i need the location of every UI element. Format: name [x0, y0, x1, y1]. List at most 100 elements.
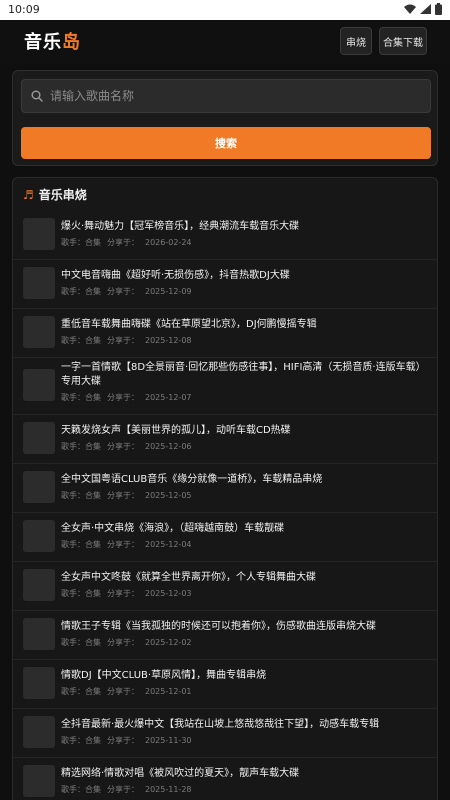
- search-input[interactable]: [50, 80, 420, 112]
- share-label: 分享于：: [107, 540, 139, 549]
- list-item[interactable]: 重低音车载舞曲嗨碟《站在草原望北京》，DJ何鹏慢摇专辑 歌手：合集 分享于： 202…: [13, 308, 437, 358]
- singer-label: 歌手：合集: [61, 638, 101, 647]
- list-item[interactable]: 爆火·舞动魅力【冠军榜音乐】，经典潮流车载音乐大碟 歌手：合集 分享于： 2026-…: [13, 210, 437, 260]
- status-icons: [404, 3, 442, 15]
- song-thumbnail: [23, 316, 55, 348]
- share-date: 2025-12-01: [145, 687, 192, 696]
- section-header: ♬ 音乐串烧: [23, 186, 87, 203]
- share-label: 分享于：: [107, 638, 139, 647]
- share-date: 2025-12-07: [145, 393, 192, 402]
- song-title: 全女声·中文串烧《海浪》，（超嗨越南鼓）车载靓碟: [61, 523, 285, 534]
- song-title: 全中文国粤语CLUB音乐《缘分就像一道桥》，车载精品串烧: [61, 474, 323, 485]
- song-thumbnail: [23, 520, 55, 552]
- singer-label: 歌手：合集: [61, 491, 101, 500]
- collection-download-button[interactable]: 合集下载: [379, 27, 427, 55]
- list-item[interactable]: 全女声中文咚鼓《就算全世界离开你》，个人专辑舞曲大碟 歌手：合集 分享于： 2025…: [13, 561, 437, 611]
- share-label: 分享于：: [107, 491, 139, 500]
- song-meta: 歌手：合集 分享于： 2025-12-03: [61, 588, 198, 599]
- share-label: 分享于：: [107, 287, 139, 296]
- song-meta: 歌手：合集 分享于： 2026-02-24: [61, 237, 198, 248]
- song-thumbnail: [23, 267, 55, 299]
- share-label: 分享于：: [107, 736, 139, 745]
- share-date: 2025-12-06: [145, 442, 192, 451]
- song-meta: 歌手：合集 分享于： 2025-12-07: [61, 392, 198, 403]
- song-title: 全抖音最新·最火爆中文【我站在山坡上悠哉悠哉往下望】，动感车载专辑: [61, 719, 380, 730]
- song-thumbnail: [23, 471, 55, 503]
- song-meta: 歌手：合集 分享于： 2025-12-02: [61, 637, 198, 648]
- song-meta: 歌手：合集 分享于： 2025-12-08: [61, 335, 198, 346]
- list-item[interactable]: 情歌王子专辑《当我孤独的时候还可以抱着你》，伤感歌曲连版串烧大碟 歌手：合集 分享…: [13, 610, 437, 660]
- singer-label: 歌手：合集: [61, 287, 101, 296]
- song-meta: 歌手：合集 分享于： 2025-12-09: [61, 286, 198, 297]
- app-logo[interactable]: 音乐岛: [24, 28, 81, 54]
- song-title: 中文电音嗨曲《超好听·无损伤感》，抖音热歌DJ大碟: [61, 270, 290, 281]
- share-date: 2025-11-28: [145, 785, 192, 794]
- song-thumbnail: [23, 369, 55, 401]
- search-box: [21, 79, 431, 113]
- battery-icon: [435, 3, 442, 15]
- share-date: 2025-11-30: [145, 736, 192, 745]
- singer-label: 歌手：合集: [61, 589, 101, 598]
- song-thumbnail: [23, 765, 55, 797]
- share-date: 2025-12-05: [145, 491, 192, 500]
- list-item[interactable]: 全中文国粤语CLUB音乐《缘分就像一道桥》，车载精品串烧 歌手：合集 分享于： 20…: [13, 463, 437, 513]
- list-item[interactable]: 全抖音最新·最火爆中文【我站在山坡上悠哉悠哉往下望】，动感车载专辑 歌手：合集分…: [13, 708, 437, 758]
- medley-button[interactable]: 串烧: [340, 27, 372, 55]
- search-icon: [31, 90, 43, 102]
- singer-label: 歌手：合集: [61, 442, 101, 451]
- search-button[interactable]: 搜索: [21, 127, 431, 159]
- share-date: 2025-12-03: [145, 589, 192, 598]
- singer-label: 歌手：合集: [61, 687, 101, 696]
- list-item[interactable]: 全女声·中文串烧《海浪》，（超嗨越南鼓）车载靓碟 歌手：合集 分享于： 2025-1…: [13, 512, 437, 562]
- share-date: 2025-12-04: [145, 540, 192, 549]
- share-label: 分享于：: [107, 589, 139, 598]
- list-item[interactable]: 天籁发烧女声【美丽世界的孤儿】，动听车载CD热碟 歌手：合集 分享于： 2025-1…: [13, 414, 437, 464]
- status-time: 10:09: [8, 3, 40, 16]
- share-date: 2026-02-24: [145, 238, 192, 247]
- medley-list-card: ♬ 音乐串烧 爆火·舞动魅力【冠军榜音乐】，经典潮流车载音乐大碟 歌手：合集 分享…: [12, 177, 438, 800]
- song-thumbnail: [23, 569, 55, 601]
- app-header: 音乐岛 串烧 合集下载: [0, 20, 450, 64]
- song-title: 情歌王子专辑《当我孤独的时候还可以抱着你》，伤感歌曲连版串烧大碟: [61, 621, 376, 632]
- music-note-icon: ♬: [23, 187, 34, 202]
- singer-label: 歌手：合集: [61, 393, 101, 402]
- song-title: 情歌DJ【中文CLUB·草原风情】，舞曲专辑串烧: [61, 670, 267, 681]
- singer-label: 歌手：合集: [61, 238, 101, 247]
- song-meta: 歌手：合集 分享于： 2025-11-30: [61, 735, 198, 746]
- song-title: 一字一首情歌【8D全景丽音·回忆那些伤感往事】，HIFI高清（无损音质·连版车载…: [61, 362, 426, 387]
- search-card: 搜索: [12, 70, 438, 166]
- song-meta: 歌手：合集 分享于： 2025-11-28: [61, 784, 198, 795]
- song-thumbnail: [23, 667, 55, 699]
- list-item[interactable]: 一字一首情歌【8D全景丽音·回忆那些伤感往事】，HIFI高清（无损音质·连版车载…: [13, 357, 437, 415]
- signal-icon: [420, 4, 431, 14]
- share-label: 分享于：: [107, 687, 139, 696]
- list-item[interactable]: 精选网络·情歌对唱《被风吹过的夏天》，靓声车载大碟 歌手：合集 分享于： 2025-…: [13, 757, 437, 800]
- song-title: 重低音车载舞曲嗨碟《站在草原望北京》，DJ何鹏慢摇专辑: [61, 319, 317, 330]
- share-date: 2025-12-02: [145, 638, 192, 647]
- share-label: 分享于：: [107, 336, 139, 345]
- song-meta: 歌手：合集 分享于： 2025-12-06: [61, 441, 198, 452]
- song-title: 爆火·舞动魅力【冠军榜音乐】，经典潮流车载音乐大碟: [61, 221, 300, 232]
- song-thumbnail: [23, 716, 55, 748]
- singer-label: 歌手：合集: [61, 336, 101, 345]
- song-thumbnail: [23, 618, 55, 650]
- song-meta: 歌手：合集 分享于： 2025-12-01: [61, 686, 198, 697]
- song-meta: 歌手：合集 分享于： 2025-12-05: [61, 490, 198, 501]
- section-title: 音乐串烧: [38, 188, 87, 202]
- list-item[interactable]: 情歌DJ【中文CLUB·草原风情】，舞曲专辑串烧 歌手：合集 分享于： 2025-1…: [13, 659, 437, 709]
- status-bar: 10:09: [0, 0, 450, 20]
- share-label: 分享于：: [107, 393, 139, 402]
- wifi-icon: [404, 4, 416, 14]
- logo-text-accent: 岛: [62, 32, 81, 53]
- song-title: 精选网络·情歌对唱《被风吹过的夏天》，靓声车载大碟: [61, 768, 300, 779]
- singer-label: 歌手：合集: [61, 785, 101, 794]
- share-label: 分享于：: [107, 238, 139, 247]
- logo-text-main: 音乐: [24, 32, 62, 53]
- song-title: 天籁发烧女声【美丽世界的孤儿】，动听车载CD热碟: [61, 425, 291, 436]
- song-thumbnail: [23, 422, 55, 454]
- share-label: 分享于：: [107, 785, 139, 794]
- list-item[interactable]: 中文电音嗨曲《超好听·无损伤感》，抖音热歌DJ大碟 歌手：合集 分享于： 2025-…: [13, 259, 437, 309]
- share-date: 2025-12-09: [145, 287, 192, 296]
- share-label: 分享于：: [107, 442, 139, 451]
- singer-label: 歌手：合集: [61, 540, 101, 549]
